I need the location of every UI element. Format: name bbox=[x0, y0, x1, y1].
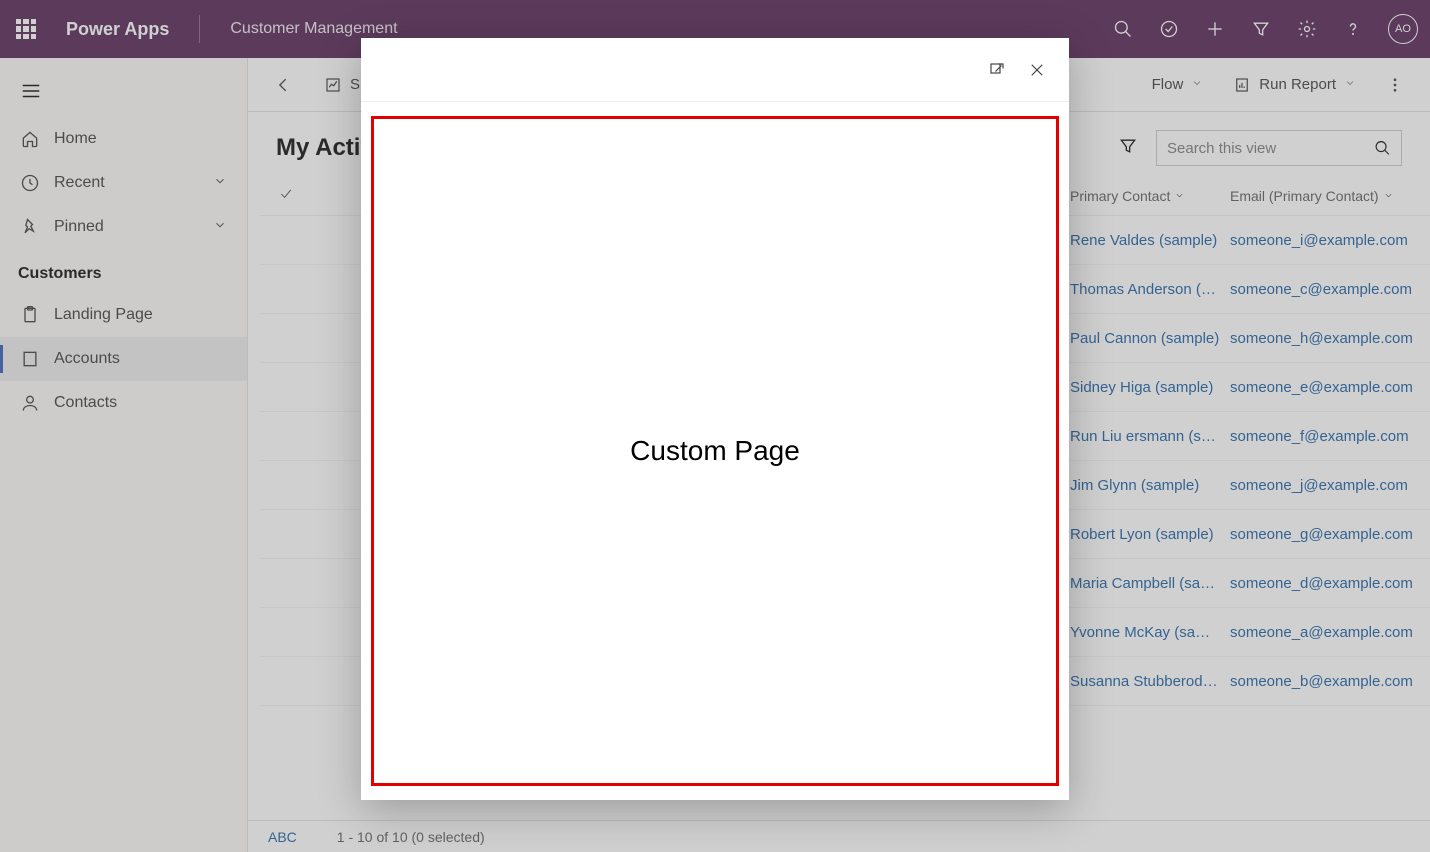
custom-page-host: Custom Page bbox=[371, 116, 1059, 786]
custom-page-dialog: Custom Page bbox=[361, 38, 1069, 800]
popout-icon[interactable] bbox=[987, 60, 1007, 80]
custom-page-label: Custom Page bbox=[630, 435, 800, 467]
close-icon[interactable] bbox=[1027, 60, 1047, 80]
